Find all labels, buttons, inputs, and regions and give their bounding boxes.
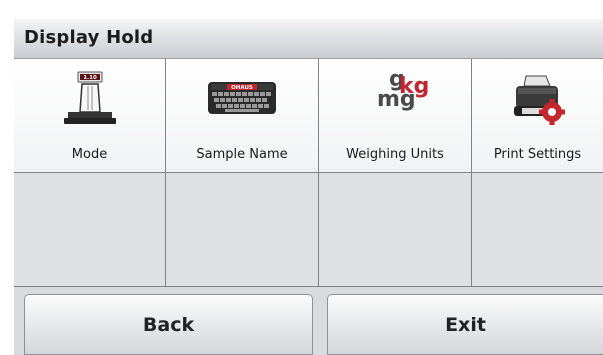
- exit-button[interactable]: Exit: [327, 294, 603, 355]
- menu-item-label: Mode: [71, 147, 108, 162]
- footer-bar: Back Exit: [14, 287, 603, 355]
- scale-display-text: 1.10: [83, 75, 97, 81]
- menu-item-mode[interactable]: 1.10 Mode: [14, 59, 166, 173]
- empty-cell: [472, 173, 603, 287]
- keyboard-icon: OHAUS: [207, 67, 277, 129]
- menu-item-label: Sample Name: [196, 147, 288, 162]
- empty-cell: [319, 173, 472, 287]
- menu-item-weighing-units[interactable]: g kg mg Weighing Units: [319, 59, 472, 173]
- printer-settings-icon: [503, 67, 573, 129]
- page-title: Display Hold: [24, 27, 154, 48]
- scale-mode-icon: 1.10: [55, 67, 125, 129]
- menu-item-label: Weighing Units: [346, 147, 444, 162]
- empty-cell: [166, 173, 319, 287]
- menu-grid: 1.10 Mode OHAUS Sample Name g kg mg Weig…: [14, 59, 603, 287]
- back-button[interactable]: Back: [24, 294, 313, 355]
- unit-mg: mg: [377, 87, 416, 112]
- screen: Display Hold 1.10 Mode OHAUS Sample Name…: [0, 0, 603, 355]
- keyboard-brand-text: OHAUS: [231, 85, 253, 91]
- menu-item-print-settings[interactable]: Print Settings: [472, 59, 603, 173]
- empty-cell: [14, 173, 166, 287]
- menu-item-sample-name[interactable]: OHAUS Sample Name: [166, 59, 319, 173]
- menu-item-label: Print Settings: [493, 147, 582, 162]
- weighing-units-icon: g kg mg: [360, 67, 430, 129]
- title-bar: Display Hold: [14, 19, 603, 59]
